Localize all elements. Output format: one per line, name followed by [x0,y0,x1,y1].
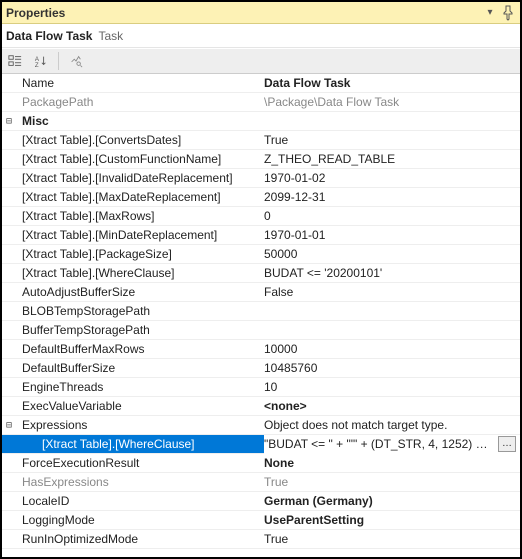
property-value[interactable]: 1970-01-02 [264,169,520,188]
svg-text:Z: Z [35,62,39,68]
category-header[interactable]: ⊟Misc [2,112,520,131]
property-row[interactable]: ForceExecutionResultNone [2,454,520,473]
property-label: DefaultBufferMaxRows [16,340,264,359]
pin-svg [500,5,516,21]
property-label: LoggingMode [16,511,264,530]
ellipsis-button[interactable]: … [498,436,516,452]
panel-title: Properties [6,6,480,20]
expand-icon[interactable]: ⊟ [2,112,16,131]
property-value[interactable]: 10485760 [264,359,520,378]
property-value[interactable]: False [264,283,520,302]
property-row[interactable]: [Xtract Table].[ConvertsDates]True [2,131,520,150]
toolbar-divider [58,52,59,70]
property-label: ExecValueVariable [16,397,264,416]
property-row[interactable]: [Xtract Table].[InvalidDateReplacement]1… [2,169,520,188]
property-row[interactable]: DefaultBufferMaxRows10000 [2,340,520,359]
property-row[interactable]: [Xtract Table].[MinDateReplacement]1970-… [2,226,520,245]
property-value[interactable]: Data Flow Task [264,74,520,93]
dropdown-icon[interactable]: ▾ [482,5,498,21]
property-label: Misc [16,112,264,131]
property-value[interactable]: \Package\Data Flow Task [264,93,520,112]
alphabetical-button[interactable]: AZ [30,51,52,71]
property-row[interactable]: [Xtract Table].[MaxRows]0 [2,207,520,226]
property-value[interactable]: 1970-01-01 [264,226,520,245]
property-label: Expressions [16,416,264,435]
property-pages-button[interactable] [65,51,87,71]
property-value[interactable]: 0 [264,207,520,226]
property-row[interactable]: [Xtract Table].[PackageSize]50000 [2,245,520,264]
property-row[interactable]: HasExpressionsTrue [2,473,520,492]
property-row[interactable]: LocaleIDGerman (Germany) [2,492,520,511]
property-label: Name [16,74,264,93]
property-row[interactable]: RunInOptimizedModeTrue [2,530,520,549]
context-name: Data Flow Task [6,29,92,43]
context-type: Task [98,29,123,43]
property-row[interactable]: [Xtract Table].[WhereClause]"BUDAT <= " … [2,435,520,454]
property-label: [Xtract Table].[PackageSize] [16,245,264,264]
property-value[interactable]: 2099-12-31 [264,188,520,207]
property-label: [Xtract Table].[InvalidDateReplacement] [16,169,264,188]
property-value[interactable]: Object does not match target type. [264,416,520,435]
categorized-button[interactable] [4,51,26,71]
property-value[interactable]: BUDAT <= '20200101' [264,264,520,283]
property-value[interactable]: 10 [264,378,520,397]
property-label: [Xtract Table].[MaxRows] [16,207,264,226]
property-value[interactable]: 50000 [264,245,520,264]
property-row[interactable]: BufferTempStoragePath [2,321,520,340]
property-value[interactable]: True [264,473,520,492]
property-value[interactable]: "BUDAT <= " + "'" + (DT_STR, 4, 1252) DA… [264,435,520,454]
property-row[interactable]: EngineThreads10 [2,378,520,397]
property-label: BufferTempStoragePath [16,321,264,340]
property-label: DefaultBufferSize [16,359,264,378]
property-label: HasExpressions [16,473,264,492]
property-value[interactable]: German (Germany) [264,492,520,511]
property-value[interactable]: True [264,131,520,150]
property-label: ForceExecutionResult [16,454,264,473]
property-label: LocaleID [16,492,264,511]
property-value[interactable]: Z_THEO_READ_TABLE [264,150,520,169]
property-label: AutoAdjustBufferSize [16,283,264,302]
property-row[interactable]: ExecValueVariable<none> [2,397,520,416]
pin-icon[interactable] [500,5,516,21]
property-label: EngineThreads [16,378,264,397]
property-label: [Xtract Table].[ConvertsDates] [16,131,264,150]
property-row[interactable]: BLOBTempStoragePath [2,302,520,321]
property-row[interactable]: [Xtract Table].[CustomFunctionName]Z_THE… [2,150,520,169]
property-row[interactable]: NameData Flow Task [2,74,520,93]
property-label: PackagePath [16,93,264,112]
expand-icon[interactable]: ⊟ [2,416,16,435]
property-row[interactable]: PackagePath\Package\Data Flow Task [2,93,520,112]
property-row[interactable]: LoggingModeUseParentSetting [2,511,520,530]
property-label: [Xtract Table].[WhereClause] [16,435,264,454]
property-label: RunInOptimizedMode [16,530,264,549]
property-label: [Xtract Table].[WhereClause] [16,264,264,283]
property-value[interactable]: 10000 [264,340,520,359]
property-value[interactable]: <none> [264,397,520,416]
context-bar[interactable]: Data Flow Task Task [2,24,520,48]
property-label: [Xtract Table].[MinDateReplacement] [16,226,264,245]
property-row[interactable]: [Xtract Table].[MaxDateReplacement]2099-… [2,188,520,207]
property-value[interactable]: UseParentSetting [264,511,520,530]
property-label: [Xtract Table].[CustomFunctionName] [16,150,264,169]
property-value[interactable]: True [264,530,520,549]
property-value[interactable]: None [264,454,520,473]
property-row[interactable]: AutoAdjustBufferSizeFalse [2,283,520,302]
property-grid[interactable]: NameData Flow TaskPackagePath\Package\Da… [2,74,520,557]
property-label: BLOBTempStoragePath [16,302,264,321]
property-label: [Xtract Table].[MaxDateReplacement] [16,188,264,207]
toolbar: AZ [2,48,520,74]
property-row[interactable]: [Xtract Table].[WhereClause]BUDAT <= '20… [2,264,520,283]
property-row[interactable]: DefaultBufferSize10485760 [2,359,520,378]
panel-titlebar: Properties ▾ [2,2,520,24]
property-row[interactable]: ⊟ExpressionsObject does not match target… [2,416,520,435]
